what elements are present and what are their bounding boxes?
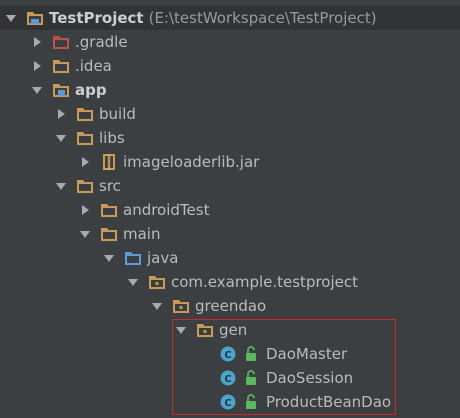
class-icon: C — [219, 369, 237, 387]
tree-node-label: imageloaderlib.jar — [123, 153, 260, 171]
expand-arrow-down-icon[interactable] — [126, 275, 140, 289]
tree-node-build[interactable]: build — [0, 102, 460, 126]
source-folder-icon — [124, 249, 142, 267]
tree-node-label: .idea — [75, 57, 112, 75]
tree-node-main[interactable]: main — [0, 222, 460, 246]
tree-node-label: gen — [219, 321, 248, 339]
excluded-folder-icon — [52, 33, 70, 51]
root-project-name: TestProject — [49, 9, 144, 27]
tree-node-testproject[interactable]: TestProject (E:\testWorkspace\TestProjec… — [0, 6, 460, 30]
tree-node-label: .gradle — [75, 33, 128, 51]
expand-arrow-down-icon[interactable] — [102, 251, 116, 265]
tree-node-package-gen[interactable]: gen — [0, 318, 460, 342]
folder-icon — [76, 129, 94, 147]
root-project-path: (E:\testWorkspace\TestProject) — [148, 9, 377, 27]
tree-node-package-greendao[interactable]: greendao — [0, 294, 460, 318]
tree-node-label: DaoMaster — [266, 345, 348, 363]
tree-node-label: libs — [99, 129, 125, 147]
expand-arrow-right-icon[interactable] — [30, 59, 44, 73]
expand-arrow-right-icon[interactable] — [78, 155, 92, 169]
tree-node-package-com-example-testproject[interactable]: com.example.testproject — [0, 270, 460, 294]
expand-arrow-down-icon[interactable] — [54, 131, 68, 145]
folder-icon — [100, 225, 118, 243]
module-folder-icon — [52, 81, 70, 99]
tree-node-label: src — [99, 177, 121, 195]
tree-node-label: build — [99, 105, 136, 123]
tree-node-label: ProductBeanDao — [266, 393, 392, 411]
tree-node-label: greendao — [195, 297, 267, 315]
tree-node-idea[interactable]: .idea — [0, 54, 460, 78]
expand-arrow-down-icon[interactable] — [4, 11, 18, 25]
expand-arrow-down-icon[interactable] — [30, 83, 44, 97]
tree-node-gradle[interactable]: .gradle — [0, 30, 460, 54]
expand-arrow-down-icon[interactable] — [150, 299, 164, 313]
project-tree: TestProject (E:\testWorkspace\TestProjec… — [0, 0, 460, 418]
tree-node-label: androidTest — [123, 201, 210, 219]
folder-icon — [52, 57, 70, 75]
unlock-icon — [242, 393, 260, 411]
tree-node-imageloaderlib-jar[interactable]: imageloaderlib.jar — [0, 150, 460, 174]
project-folder-icon — [26, 9, 44, 27]
tree-node-class-daomaster[interactable]: C DaoMaster — [0, 342, 460, 366]
expand-arrow-right-icon[interactable] — [78, 203, 92, 217]
tree-node-src[interactable]: src — [0, 174, 460, 198]
tree-node-label: com.example.testproject — [171, 273, 359, 291]
tree-node-app[interactable]: app — [0, 78, 460, 102]
folder-icon — [76, 105, 94, 123]
tree-node-libs[interactable]: libs — [0, 126, 460, 150]
package-folder-icon — [172, 297, 190, 315]
svg-text:C: C — [224, 350, 231, 361]
unlock-icon — [242, 369, 260, 387]
tree-node-java[interactable]: java — [0, 246, 460, 270]
expand-arrow-down-icon[interactable] — [54, 179, 68, 193]
expand-arrow-down-icon[interactable] — [174, 323, 188, 337]
expand-arrow-down-icon[interactable] — [78, 227, 92, 241]
tree-node-label: java — [147, 249, 179, 267]
package-folder-icon — [148, 273, 166, 291]
tree-node-androidtest[interactable]: androidTest — [0, 198, 460, 222]
jar-archive-icon — [100, 153, 118, 171]
tree-node-label: DaoSession — [266, 369, 354, 387]
tree-node-label: main — [123, 225, 161, 243]
tree-node-label: app — [75, 81, 107, 99]
package-folder-icon — [196, 321, 214, 339]
unlock-icon — [242, 345, 260, 363]
svg-text:C: C — [224, 374, 231, 385]
folder-icon — [100, 201, 118, 219]
svg-text:C: C — [224, 398, 231, 409]
class-icon: C — [219, 393, 237, 411]
tree-node-class-daosession[interactable]: C DaoSession — [0, 366, 460, 390]
expand-arrow-right-icon[interactable] — [54, 107, 68, 121]
expand-arrow-right-icon[interactable] — [30, 35, 44, 49]
class-icon: C — [219, 345, 237, 363]
tree-node-class-productbeandao[interactable]: C ProductBeanDao — [0, 390, 460, 414]
folder-icon — [76, 177, 94, 195]
